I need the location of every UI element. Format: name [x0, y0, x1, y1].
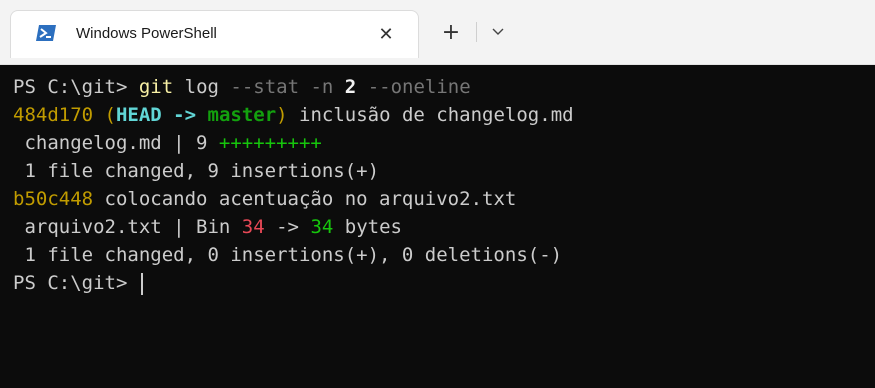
prompt: PS C:\git>: [13, 272, 139, 294]
plus-icon[interactable]: +: [437, 18, 465, 46]
ref-open-paren: (: [104, 104, 116, 126]
terminal-line-prompt[interactable]: PS C:\git>: [13, 269, 875, 297]
command-args-2: --oneline: [356, 76, 471, 98]
text-cursor: [140, 272, 143, 295]
terminal-line-stat-1: changelog.md | 9 +++++++++: [13, 129, 875, 157]
ref-close-paren: ): [276, 104, 288, 126]
chevron-down-icon[interactable]: [484, 20, 512, 44]
command-num: 2: [344, 76, 357, 98]
terminal-output[interactable]: PS C:\git> git log --stat -n 2 --oneline…: [0, 65, 875, 388]
ref-branch: master: [207, 104, 277, 126]
terminal-line-summary-2: 1 file changed, 0 insertions(+), 0 delet…: [13, 241, 875, 269]
stat-file: changelog.md | 9: [13, 132, 219, 154]
terminal-line-summary-1: 1 file changed, 9 insertions(+): [13, 157, 875, 185]
command-git: git: [138, 76, 174, 98]
commit-message: colocando acentuação no arquivo2.txt: [93, 188, 517, 210]
terminal-line-command: PS C:\git> git log --stat -n 2 --oneline: [13, 73, 875, 101]
command-args: --stat -n: [218, 76, 345, 98]
command-sub: log: [184, 76, 219, 98]
stat-file: arquivo2.txt | Bin: [13, 216, 242, 238]
terminal-window: Windows PowerShell ✕ + PS C:\git> git lo…: [0, 0, 875, 388]
stat-insertions: +++++++++: [218, 132, 322, 154]
summary-text: 1 file changed, 0 insertions(+), 0 delet…: [13, 244, 563, 266]
terminal-line-commit-2: b50c448 colocando acentuação no arquivo2…: [13, 185, 875, 213]
title-bar: Windows PowerShell ✕ +: [0, 0, 875, 65]
commit-message: inclusão de changelog.md: [287, 104, 574, 126]
close-icon[interactable]: ✕: [374, 22, 398, 46]
tab-windows-powershell[interactable]: Windows PowerShell ✕: [10, 10, 419, 58]
summary-text: 1 file changed, 9 insertions(+): [13, 160, 380, 182]
tab-title: Windows PowerShell: [76, 25, 217, 42]
commit-hash: 484d170: [13, 104, 94, 126]
terminal-line-commit-1: 484d170 (HEAD -> master) inclusão de cha…: [13, 101, 875, 129]
tab-separator: [476, 22, 477, 42]
terminal-line-stat-2: arquivo2.txt | Bin 34 -> 34 bytes: [13, 213, 875, 241]
bin-unit: bytes: [333, 216, 402, 238]
commit-hash: b50c448: [13, 188, 94, 210]
prompt: PS C:\git>: [13, 76, 139, 98]
bin-arrow: ->: [264, 216, 311, 238]
ref-head: HEAD ->: [115, 104, 208, 126]
powershell-icon: [35, 24, 57, 42]
bin-from-size: 34: [241, 216, 265, 238]
bin-to-size: 34: [310, 216, 334, 238]
